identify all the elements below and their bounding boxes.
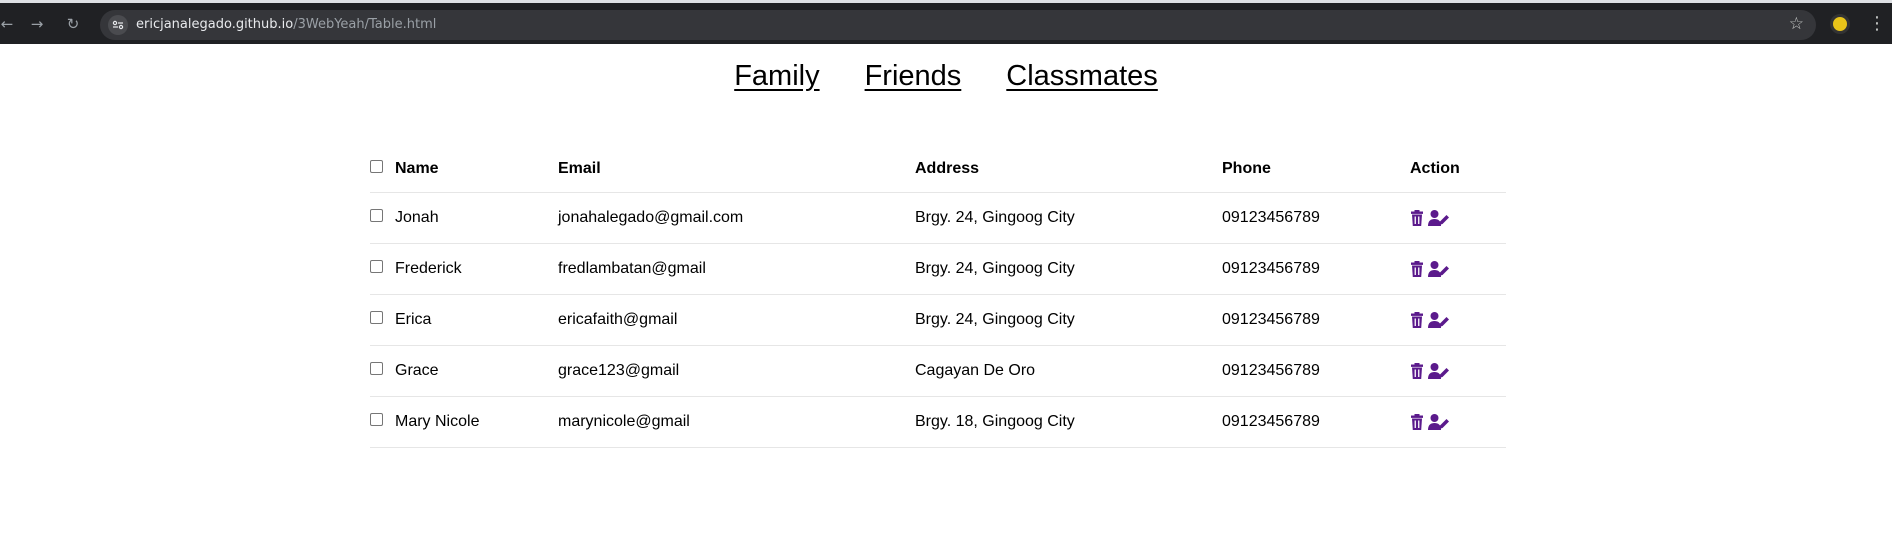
select-all-checkbox[interactable] — [370, 160, 383, 174]
row-name: Jonah — [395, 208, 439, 226]
row-address: Brgy. 18, Gingoog City — [915, 412, 1075, 430]
row-address: Brgy. 24, Gingoog City — [915, 208, 1075, 226]
trash-icon[interactable] — [1410, 209, 1424, 226]
table-row: Erica ericafaith@gmail Brgy. 24, Gingoog… — [370, 294, 1506, 345]
row-address: Cagayan De Oro — [915, 361, 1036, 379]
row-select-cell — [370, 345, 395, 396]
contacts-table-container: Name Email Address Phone Action Jonah jo… — [370, 148, 1506, 448]
forward-icon[interactable]: → — [26, 13, 48, 35]
row-checkbox[interactable] — [370, 208, 383, 222]
row-address: Brgy. 24, Gingoog City — [915, 310, 1075, 328]
row-phone: 09123456789 — [1222, 208, 1320, 226]
trash-icon[interactable] — [1410, 362, 1424, 379]
reload-icon[interactable]: ↻ — [62, 13, 84, 35]
trash-icon[interactable] — [1410, 311, 1424, 328]
action-icons — [1410, 311, 1506, 328]
url-path: /3WebYeah/Table.html — [293, 17, 437, 32]
row-email: fredlambatan@gmail — [558, 259, 706, 277]
row-email: marynicole@gmail — [558, 412, 690, 430]
edit-user-icon[interactable] — [1428, 209, 1449, 226]
table-row: Frederick fredlambatan@gmail Brgy. 24, G… — [370, 243, 1506, 294]
row-select-cell — [370, 192, 395, 243]
row-email: jonahalegado@gmail.com — [558, 208, 744, 226]
nav-link-friends[interactable]: Friends — [865, 60, 962, 93]
action-icons — [1410, 362, 1506, 379]
nav-link-classmates[interactable]: Classmates — [1006, 60, 1158, 93]
row-select-cell — [370, 243, 395, 294]
row-action-cell — [1410, 192, 1506, 243]
site-info-icon[interactable] — [108, 15, 128, 35]
row-name: Frederick — [395, 259, 462, 277]
row-phone: 09123456789 — [1222, 361, 1320, 379]
header-name: Name — [395, 160, 439, 177]
row-phone: 09123456789 — [1222, 259, 1320, 277]
trash-icon[interactable] — [1410, 260, 1424, 277]
row-action-cell — [1410, 243, 1506, 294]
row-address: Brgy. 24, Gingoog City — [915, 259, 1075, 277]
row-name: Erica — [395, 310, 432, 328]
trash-icon[interactable] — [1410, 413, 1424, 430]
table-row: Jonah jonahalegado@gmail.com Brgy. 24, G… — [370, 192, 1506, 243]
row-checkbox[interactable] — [370, 361, 383, 375]
extension-icon[interactable] — [1830, 14, 1850, 34]
row-checkbox[interactable] — [370, 259, 383, 273]
row-checkbox[interactable] — [370, 412, 383, 426]
header-address: Address — [915, 160, 980, 177]
header-email: Email — [558, 160, 601, 177]
address-bar[interactable]: ericjanalegado.github.io/3WebYeah/Table.… — [100, 10, 1816, 40]
browser-toolbar: ← → ↻ ericjanalegado.github.io/3WebYeah/… — [0, 3, 1892, 44]
action-icons — [1410, 260, 1506, 277]
row-name: Mary Nicole — [395, 412, 480, 430]
back-icon[interactable]: ← — [0, 13, 18, 35]
url-host: ericjanalegado.github.io — [136, 17, 294, 32]
row-action-cell — [1410, 294, 1506, 345]
bookmark-star-icon[interactable]: ☆ — [1789, 14, 1804, 34]
edit-user-icon[interactable] — [1428, 260, 1449, 277]
row-action-cell — [1410, 396, 1506, 447]
header-select-all-cell — [370, 148, 395, 192]
action-icons — [1410, 413, 1506, 430]
edit-user-icon[interactable] — [1428, 413, 1449, 430]
url-text[interactable]: ericjanalegado.github.io/3WebYeah/Table.… — [136, 17, 436, 32]
header-phone: Phone — [1222, 160, 1271, 177]
nav-link-family[interactable]: Family — [734, 60, 819, 93]
table-header-row: Name Email Address Phone Action — [370, 148, 1506, 192]
header-action: Action — [1410, 160, 1460, 177]
row-phone: 09123456789 — [1222, 310, 1320, 328]
contacts-table: Name Email Address Phone Action Jonah jo… — [370, 148, 1506, 448]
row-name: Grace — [395, 361, 439, 379]
row-select-cell — [370, 396, 395, 447]
edit-user-icon[interactable] — [1428, 362, 1449, 379]
table-row: Grace grace123@gmail Cagayan De Oro 0912… — [370, 345, 1506, 396]
action-icons — [1410, 209, 1506, 226]
row-email: ericafaith@gmail — [558, 310, 678, 328]
table-row: Mary Nicole marynicole@gmail Brgy. 18, G… — [370, 396, 1506, 447]
edit-user-icon[interactable] — [1428, 311, 1449, 328]
row-phone: 09123456789 — [1222, 412, 1320, 430]
row-email: grace123@gmail — [558, 361, 680, 379]
row-checkbox[interactable] — [370, 310, 383, 324]
category-nav: Family Friends Classmates — [0, 60, 1892, 93]
menu-icon[interactable]: ⋮ — [1868, 13, 1886, 35]
row-select-cell — [370, 294, 395, 345]
row-action-cell — [1410, 345, 1506, 396]
